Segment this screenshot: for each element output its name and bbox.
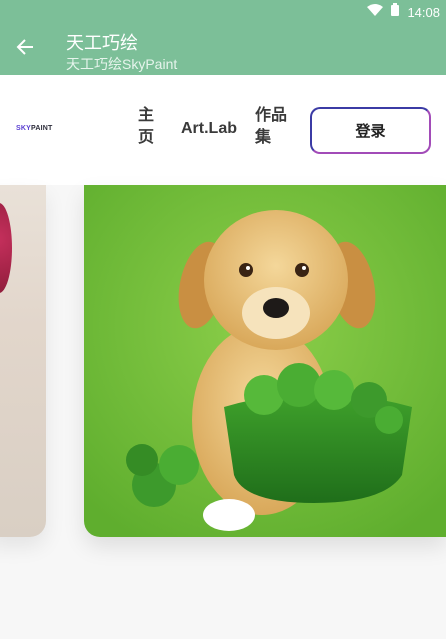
login-button[interactable]: 登录 bbox=[310, 107, 431, 154]
app-bar: 天工巧绘 天工巧绘SkyPaint bbox=[0, 24, 446, 75]
app-subtitle: 天工巧绘SkyPaint bbox=[66, 56, 178, 72]
carousel-card-previous[interactable] bbox=[0, 185, 46, 537]
puppy-broccoli-image bbox=[84, 185, 446, 537]
logo-sky-text: SKY bbox=[16, 125, 31, 132]
nav-home-link[interactable]: 主 页 bbox=[137, 105, 155, 149]
logo-paint-text: PAINT bbox=[31, 125, 53, 132]
carousel-card-current[interactable] bbox=[84, 185, 446, 537]
image-carousel[interactable] bbox=[0, 185, 446, 639]
app-title: 天工巧绘 bbox=[66, 33, 138, 53]
nav-works-line2: 集 bbox=[255, 129, 272, 146]
wifi-icon bbox=[367, 3, 384, 21]
nav-works-link[interactable]: 作品 集 bbox=[255, 105, 291, 149]
status-icons: 14:08 bbox=[367, 3, 440, 21]
battery-icon bbox=[391, 3, 400, 21]
status-bar: 14:08 bbox=[0, 0, 446, 24]
portrait-image-fragment bbox=[0, 203, 12, 293]
site-nav: SKYPAINT 主 页 Art.Lab 作品 集 登录 bbox=[0, 75, 446, 185]
arrow-left-icon bbox=[16, 38, 34, 61]
nav-artlab-link[interactable]: Art.Lab bbox=[181, 120, 237, 138]
nav-works-line1: 作品 bbox=[255, 107, 288, 124]
skypaint-logo[interactable]: SKYPAINT bbox=[16, 125, 52, 132]
status-time: 14:08 bbox=[407, 4, 440, 20]
back-button[interactable] bbox=[12, 36, 38, 62]
nav-home-line2: 页 bbox=[137, 129, 154, 146]
nav-home-line1: 主 bbox=[137, 107, 154, 124]
